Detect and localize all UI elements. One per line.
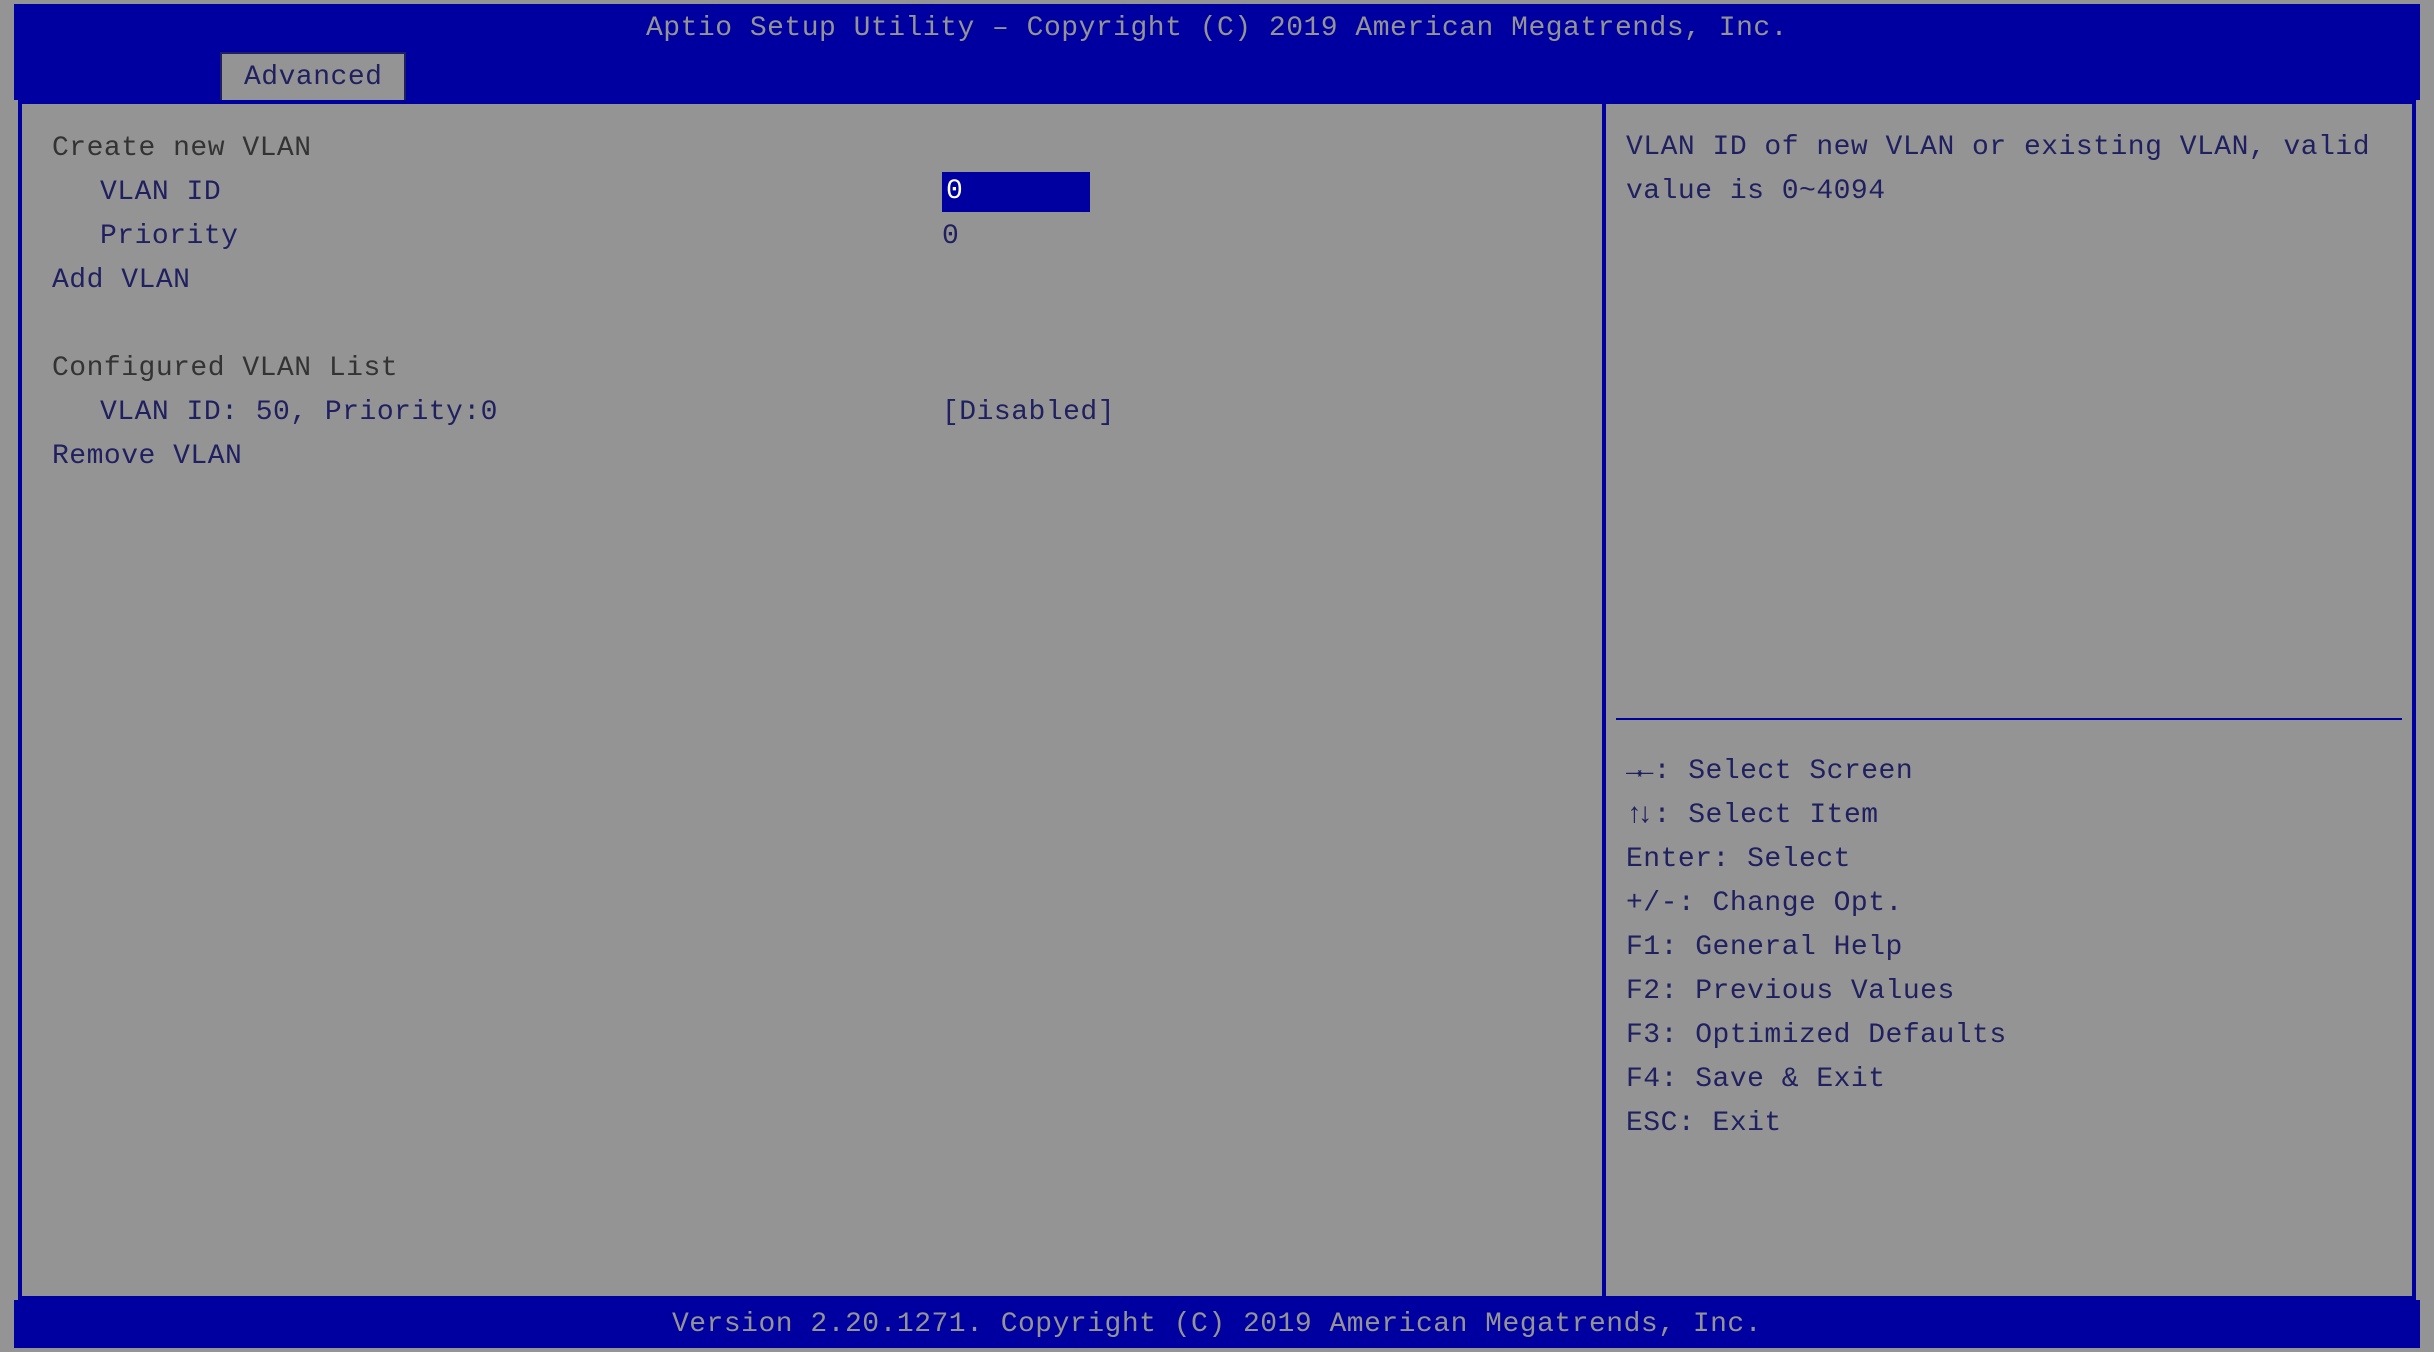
settings-panel: Create new VLAN VLAN ID 0 Priority 0 Add… — [22, 104, 1606, 1296]
title-bar: Aptio Setup Utility – Copyright (C) 2019… — [14, 4, 2420, 52]
key-plus-minus: +/-: Change Opt. — [1626, 882, 2392, 926]
footer-bar: Version 2.20.1271. Copyright (C) 2019 Am… — [14, 1300, 2420, 1348]
version-text: Version 2.20.1271. Copyright (C) 2019 Am… — [672, 1309, 1762, 1340]
key-legend: : Select Screen : Select Item Enter: Sel… — [1606, 720, 2412, 1296]
section-heading-list: Configured VLAN List — [52, 353, 398, 384]
priority-label: Priority — [52, 221, 942, 252]
key-select-item: : Select Item — [1626, 794, 2392, 838]
vlan-list-entry[interactable]: VLAN ID: 50, Priority:0 [Disabled] — [52, 390, 1572, 434]
vlan-list-entry-value: [Disabled] — [942, 397, 1572, 428]
key-enter: Enter: Select — [1626, 838, 2392, 882]
tab-row: Advanced — [14, 52, 2420, 100]
vlan-id-value[interactable]: 0 — [942, 172, 1090, 212]
vlan-id-label: VLAN ID — [52, 177, 942, 208]
remove-vlan-link[interactable]: Remove VLAN — [52, 441, 242, 472]
key-f3: F3: Optimized Defaults — [1626, 1014, 2392, 1058]
field-priority[interactable]: Priority 0 — [52, 214, 1572, 258]
key-esc: ESC: Exit — [1626, 1102, 2392, 1146]
vlan-list-entry-label: VLAN ID: 50, Priority:0 — [52, 397, 942, 428]
key-f2: F2: Previous Values — [1626, 970, 2392, 1014]
key-f4: F4: Save & Exit — [1626, 1058, 2392, 1102]
key-f1: F1: General Help — [1626, 926, 2392, 970]
field-vlan-id[interactable]: VLAN ID 0 — [52, 170, 1572, 214]
help-text: VLAN ID of new VLAN or existing VLAN, va… — [1626, 126, 2392, 214]
add-vlan-link[interactable]: Add VLAN — [52, 265, 190, 296]
section-heading-create: Create new VLAN — [52, 133, 312, 164]
priority-value: 0 — [942, 221, 1572, 252]
tab-advanced[interactable]: Advanced — [220, 52, 406, 100]
key-select-screen: : Select Screen — [1626, 750, 2392, 794]
page-title: Aptio Setup Utility – Copyright (C) 2019… — [646, 13, 1788, 44]
